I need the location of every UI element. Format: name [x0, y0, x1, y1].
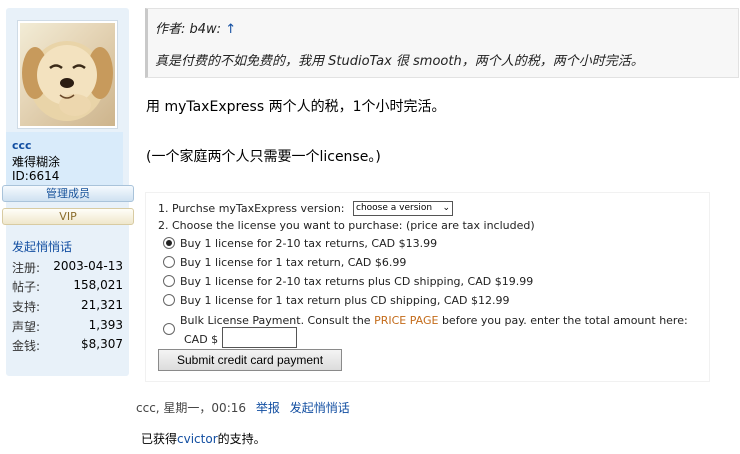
- report-link[interactable]: 举报: [256, 401, 280, 415]
- license-option-label[interactable]: Buy 1 license for 1 tax return, CAD $6.9…: [180, 256, 406, 269]
- username-link[interactable]: ccc: [12, 139, 32, 152]
- chevron-down-icon: ⌄: [442, 203, 450, 213]
- send-private-message-link[interactable]: 发起悄悄话: [12, 238, 72, 255]
- post-author-time: ccc, 星期一，00:16: [136, 401, 247, 415]
- license-option-radio[interactable]: [163, 256, 175, 268]
- stat-label: 金钱:: [12, 339, 41, 353]
- stat-value: $8,307: [81, 337, 123, 351]
- license-option-radio[interactable]: [163, 275, 175, 287]
- quote-text: 真是付费的不如免费的，我用 StudioTax 很 smooth，两个人的税，两…: [155, 54, 644, 69]
- license-option-label[interactable]: Buy 1 license for 2-10 tax returns, CAD …: [180, 237, 437, 250]
- support-suffix: 的支持。: [217, 432, 266, 446]
- stat-label: 注册:: [12, 261, 41, 275]
- support-prefix: 已获得: [141, 432, 178, 446]
- cad-amount-input[interactable]: [222, 327, 297, 348]
- avatar-frame[interactable]: [17, 20, 118, 129]
- purchase-form: 1. Purchse myTaxExpress version: choose …: [146, 193, 709, 381]
- license-option-label[interactable]: Buy 1 license for 1 tax return plus CD s…: [180, 294, 510, 307]
- user-id: ID:6614: [12, 169, 60, 183]
- avatar[interactable]: [20, 23, 115, 126]
- stat-label: 支持:: [12, 300, 41, 314]
- quote-block: 作者: b4w: ↑ 真是付费的不如免费的，我用 StudioTax 很 smo…: [145, 8, 739, 78]
- stat-value: 158,021: [73, 278, 123, 292]
- license-option-radio[interactable]: [163, 294, 175, 306]
- bulk-license-text: before you pay. enter the total amount h…: [438, 314, 688, 327]
- supporter-link[interactable]: cvictor: [177, 432, 218, 446]
- stat-label: 声望:: [12, 320, 41, 334]
- submit-payment-button[interactable]: Submit credit card payment: [158, 349, 342, 371]
- bulk-license-label: Bulk License Payment. Consult the PRICE …: [180, 314, 688, 327]
- price-page-link[interactable]: PRICE PAGE: [374, 314, 438, 327]
- support-line: 已获得cvictor的支持。: [141, 430, 266, 447]
- stat-label: 帖子:: [12, 280, 41, 294]
- stat-value: 1,393: [88, 318, 123, 332]
- version-select[interactable]: choose a version ⌄: [353, 201, 453, 216]
- quote-author-prefix: 作者:: [155, 22, 190, 37]
- puppy-avatar-image: [22, 41, 113, 121]
- license-option-label[interactable]: Buy 1 license for 2-10 tax returns plus …: [180, 275, 533, 288]
- vip-badge: VIP: [2, 208, 134, 225]
- cad-label: CAD $: [184, 333, 219, 346]
- stat-value: 21,321: [81, 298, 123, 312]
- post-text-line: (一个家庭两个人只需要一个license。): [146, 149, 381, 165]
- step1-label: 1. Purchse myTaxExpress version:: [158, 202, 345, 215]
- jump-to-quoted-post-icon[interactable]: ↑: [225, 22, 236, 37]
- post-text-line: 用 myTaxExpress 两个人的税，1个小时完活。: [146, 99, 446, 115]
- step2-label: 2. Choose the license you want to purcha…: [158, 219, 535, 232]
- send-private-message-link[interactable]: 发起悄悄话: [290, 401, 350, 415]
- bulk-license-text: Bulk License Payment. Consult the: [180, 314, 375, 327]
- license-option-radio[interactable]: [163, 237, 175, 249]
- quote-author-line: 作者: b4w: ↑: [155, 18, 236, 37]
- bulk-license-radio[interactable]: [163, 323, 175, 335]
- user-title: 难得糊涂: [12, 155, 61, 169]
- admin-badge: 管理成员: [2, 185, 134, 202]
- stat-value: 2003-04-13: [53, 259, 123, 273]
- version-select-value: choose a version: [356, 203, 433, 213]
- post-meta: ccc, 星期一，00:16 举报 发起悄悄话: [136, 399, 350, 416]
- quote-author: b4w:: [189, 22, 222, 37]
